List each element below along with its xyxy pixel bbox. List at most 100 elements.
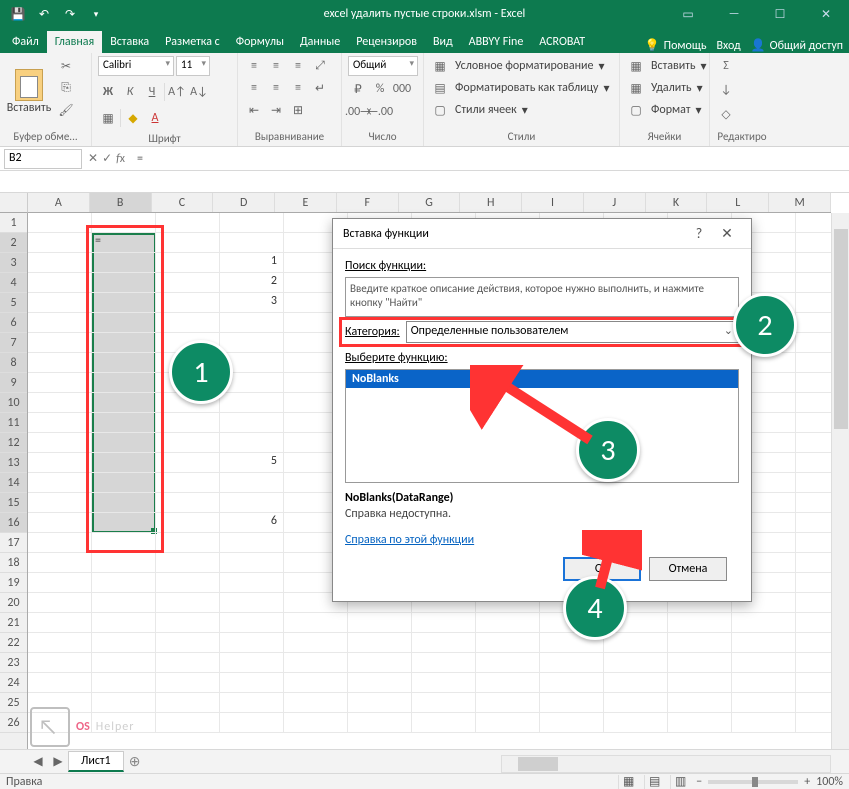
accept-formula-icon[interactable]: ✓	[102, 151, 112, 166]
tab-page-layout[interactable]: Разметка с	[157, 31, 228, 53]
cell[interactable]	[284, 613, 348, 633]
cell[interactable]	[348, 713, 412, 733]
cell[interactable]	[92, 573, 156, 593]
row-header-16[interactable]: 16	[0, 513, 27, 533]
font-name-combo[interactable]: Calibri	[98, 56, 174, 76]
row-header-15[interactable]: 15	[0, 493, 27, 513]
col-header-M[interactable]: M	[769, 193, 831, 212]
cell[interactable]	[348, 613, 412, 633]
col-header-K[interactable]: K	[646, 193, 708, 212]
cell[interactable]	[732, 673, 796, 693]
col-header-H[interactable]: H	[460, 193, 522, 212]
cell[interactable]	[220, 653, 284, 673]
row-header-26[interactable]: 26	[0, 713, 27, 733]
autosum-icon[interactable]: Σ	[716, 56, 736, 76]
cell[interactable]	[412, 613, 476, 633]
tab-data[interactable]: Данные	[292, 31, 348, 53]
cell[interactable]	[28, 593, 92, 613]
qat-more-icon[interactable]: ▾	[84, 3, 108, 25]
wrap-text-icon[interactable]: ↵	[310, 78, 330, 98]
cell[interactable]	[220, 213, 284, 233]
sheet-nav-prev-icon[interactable]: ◀	[28, 752, 48, 772]
shrink-font-icon[interactable]: A↓	[189, 82, 209, 102]
paste-button[interactable]: Вставить	[6, 56, 52, 128]
row-header-9[interactable]: 9	[0, 373, 27, 393]
cell[interactable]	[220, 673, 284, 693]
font-size-combo[interactable]: 11	[176, 56, 210, 76]
cell[interactable]	[28, 333, 92, 353]
decrease-indent-icon[interactable]: ⇤	[244, 100, 264, 120]
col-header-F[interactable]: F	[337, 193, 399, 212]
maximize-icon[interactable]: ☐	[757, 0, 803, 28]
cut-icon[interactable]: ✂	[56, 56, 76, 76]
cell[interactable]	[732, 713, 796, 733]
zoom-out-icon[interactable]: −	[696, 775, 702, 789]
cell[interactable]	[604, 633, 668, 653]
col-header-G[interactable]: G	[399, 193, 461, 212]
row-header-10[interactable]: 10	[0, 393, 27, 413]
row-header-22[interactable]: 22	[0, 633, 27, 653]
format-painter-icon[interactable]: 🖌	[56, 100, 76, 120]
increase-decimal-icon[interactable]: .00→	[348, 102, 368, 122]
cell[interactable]	[220, 693, 284, 713]
cell[interactable]	[348, 653, 412, 673]
italic-icon[interactable]: К	[120, 82, 140, 102]
cell[interactable]	[156, 593, 220, 613]
cell[interactable]	[220, 593, 284, 613]
cell[interactable]	[284, 713, 348, 733]
cell[interactable]	[348, 633, 412, 653]
cell[interactable]	[412, 693, 476, 713]
cell[interactable]	[668, 613, 732, 633]
sheet-nav-next-icon[interactable]: ▶	[48, 752, 68, 772]
row-header-21[interactable]: 21	[0, 613, 27, 633]
cell[interactable]	[284, 693, 348, 713]
cell[interactable]	[28, 573, 92, 593]
zoom-level[interactable]: 100%	[816, 775, 843, 789]
cell[interactable]	[156, 433, 220, 453]
cell[interactable]	[156, 273, 220, 293]
col-header-J[interactable]: J	[584, 193, 646, 212]
cell[interactable]	[28, 233, 92, 253]
close-icon[interactable]: ✕	[803, 0, 849, 28]
cell[interactable]	[92, 413, 156, 433]
cell[interactable]	[92, 673, 156, 693]
save-icon[interactable]: 💾	[6, 3, 30, 25]
cell[interactable]	[220, 613, 284, 633]
cell[interactable]	[156, 533, 220, 553]
cell[interactable]	[732, 653, 796, 673]
align-top-icon[interactable]: ≡	[244, 56, 264, 76]
cell[interactable]	[28, 493, 92, 513]
row-header-7[interactable]: 7	[0, 333, 27, 353]
cell[interactable]	[540, 713, 604, 733]
col-header-E[interactable]: E	[275, 193, 337, 212]
row-header-3[interactable]: 3	[0, 253, 27, 273]
zoom-in-icon[interactable]: +	[804, 775, 810, 789]
currency-icon[interactable]: ₽	[348, 79, 368, 99]
row-header-14[interactable]: 14	[0, 473, 27, 493]
cell[interactable]	[156, 313, 220, 333]
cell[interactable]	[28, 473, 92, 493]
cell[interactable]	[476, 673, 540, 693]
percent-icon[interactable]: %	[370, 79, 390, 99]
cell[interactable]	[92, 313, 156, 333]
cell[interactable]	[668, 673, 732, 693]
cell[interactable]	[28, 353, 92, 373]
cell[interactable]	[604, 653, 668, 673]
cell[interactable]	[220, 413, 284, 433]
orientation-icon[interactable]: ⤢	[310, 56, 330, 76]
cell[interactable]	[28, 553, 92, 573]
function-help-link[interactable]: Справка по этой функции	[345, 533, 474, 547]
function-list[interactable]: NoBlanks	[345, 369, 739, 483]
cell[interactable]	[284, 633, 348, 653]
cell[interactable]	[28, 433, 92, 453]
cell[interactable]	[476, 613, 540, 633]
cell[interactable]	[156, 653, 220, 673]
row-header-25[interactable]: 25	[0, 693, 27, 713]
cell[interactable]: 1	[220, 253, 284, 273]
cell[interactable]	[668, 653, 732, 673]
fill-color-icon[interactable]: ◆	[123, 108, 143, 128]
cell[interactable]	[732, 633, 796, 653]
number-format-combo[interactable]: Общий	[348, 56, 418, 76]
sign-in[interactable]: Вход	[716, 39, 740, 53]
cell[interactable]: 2	[220, 273, 284, 293]
